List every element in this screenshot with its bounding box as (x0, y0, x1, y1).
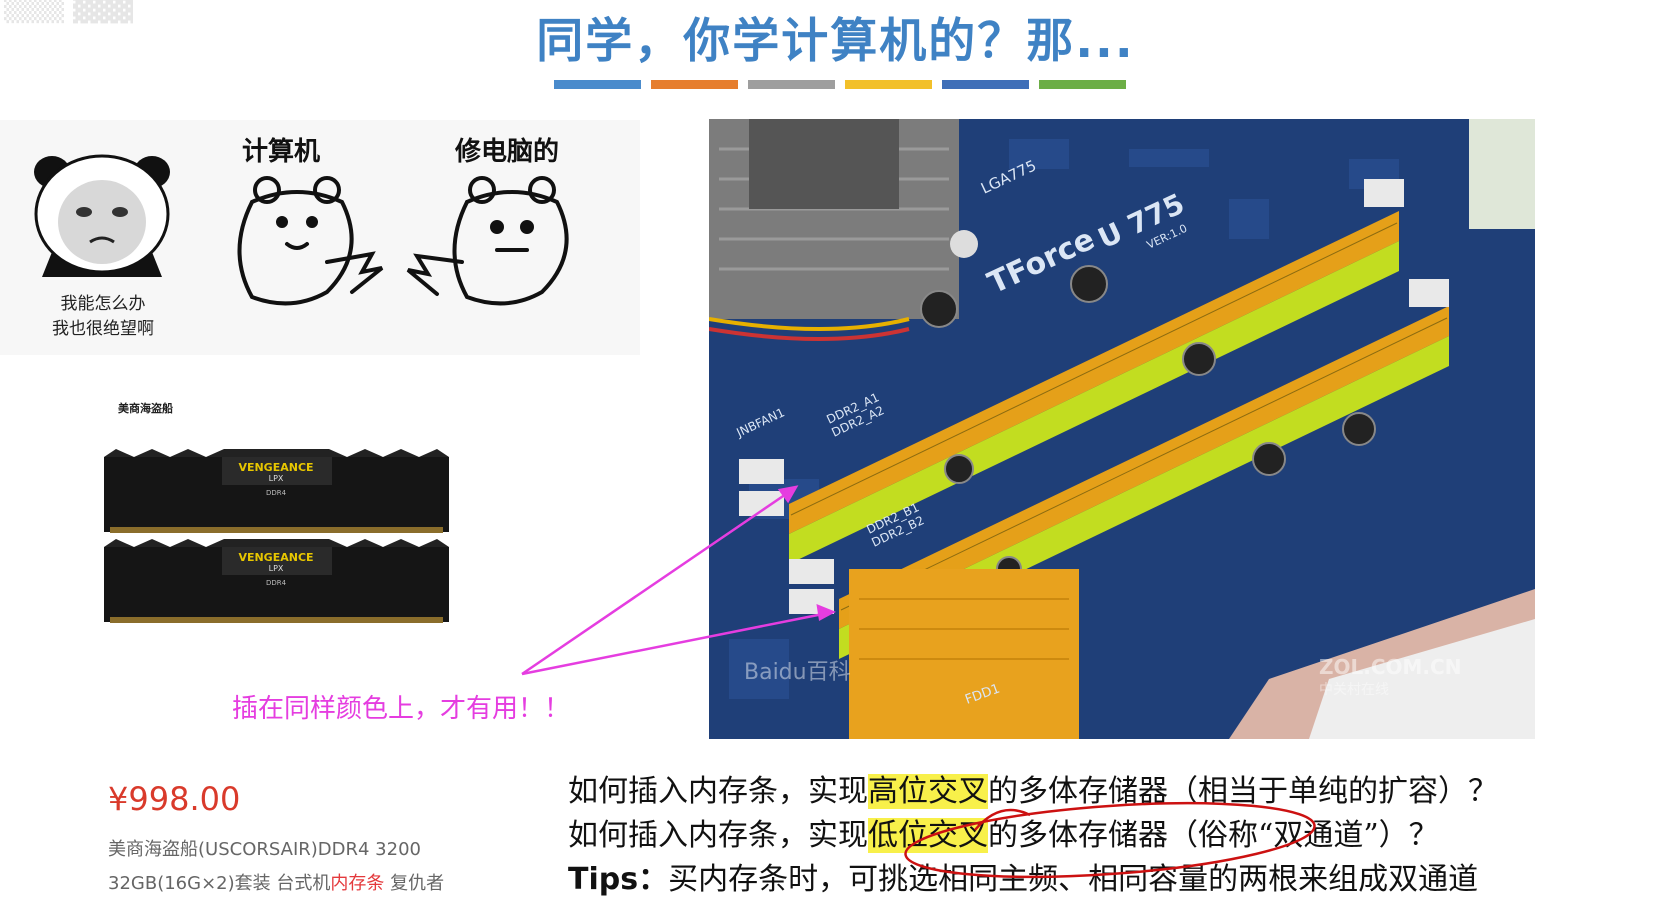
accent-segment (845, 80, 932, 89)
product-desc-line: 32GB(16G×2)套装 台式机内存条 复仇者 (108, 867, 488, 901)
ram-label: VENGEANCE (238, 551, 313, 564)
ram-type: DDR4 (266, 489, 287, 497)
tips-text: 买内存条时，可挑选相同主频、相同容量的两根来组成双通道 (668, 862, 1479, 897)
highlight-high-interleave: 高位交叉 (868, 774, 988, 809)
meme-caption: 我能怎么办 我也很绝望啊 (28, 292, 178, 342)
meme-caption-line: 我也很绝望啊 (52, 319, 154, 339)
meme-label-computer: 计算机 (242, 137, 321, 167)
zol-watermark: ZOL.COM.CN (1319, 655, 1461, 679)
tips-line: Tips：买内存条时，可挑选相同主频、相同容量的两根来组成双通道 (568, 858, 1498, 902)
product-desc-line: 美商海盗船(USCORSAIR)DDR4 3200 (108, 839, 421, 860)
accent-segment (1039, 80, 1126, 89)
product-desc-keyword: 内存条 (330, 873, 385, 894)
bear-meme-image (237, 176, 569, 306)
ram-label: VENGEANCE (238, 461, 313, 474)
meme-label-repairer: 修电脑的 (455, 137, 560, 167)
tips-label: Tips： (568, 862, 669, 897)
panda-meme-image (34, 154, 170, 277)
annotation-note: 插在同样颜色上，才有用！！ (232, 694, 571, 724)
motherboard-illustration: LGA775 TForce U 775 VER:1.0 DDR2_A1 DDR2… (709, 119, 1535, 739)
ram-modules-image: VENGEANCE LPX DDR4 VENGEANCE LPX DDR4 (104, 449, 449, 623)
meme-caption-line: 我能怎么办 (60, 294, 146, 314)
question-text: 的多体存储器（相当于单纯的扩容）？ (988, 774, 1498, 809)
accent-segment (942, 80, 1029, 89)
question-high-interleave: 如何插入内存条，实现高位交叉的多体存储器（相当于单纯的扩容）？ (568, 770, 1498, 814)
question-block: 如何插入内存条，实现高位交叉的多体存储器（相当于单纯的扩容）？ 如何插入内存条，… (568, 770, 1498, 902)
product-desc-text: 32GB(16G×2)套装 台式机 (108, 873, 331, 894)
motherboard-photo: LGA775 TForce U 775 VER:1.0 DDR2_A1 DDR2… (709, 119, 1535, 739)
question-text: 的多体存储器（俗称“双通道”）？ (988, 818, 1439, 853)
product-desc-text: 复仇者 (384, 873, 445, 894)
ram-sublabel: LPX (269, 474, 284, 483)
question-text: 如何插入内存条，实现 (568, 818, 868, 853)
accent-segment (651, 80, 738, 89)
title-accent-bar (554, 80, 1126, 89)
highlight-low-interleave: 低位交叉 (868, 818, 988, 853)
accent-segment (554, 80, 641, 89)
question-text: 如何插入内存条，实现 (568, 774, 868, 809)
accent-segment (748, 80, 835, 89)
product-price: ¥998.00 (108, 780, 241, 818)
baidu-watermark: Baidu百科 (744, 660, 851, 685)
ram-type: DDR4 (266, 579, 287, 587)
question-low-interleave: 如何插入内存条，实现低位交叉的多体存储器（俗称“双通道”）？ (568, 814, 1498, 858)
ram-sublabel: LPX (269, 564, 284, 573)
corsair-logo: 美商海盗船 (118, 402, 173, 415)
zol-watermark-sub: 中关村在线 (1319, 682, 1389, 698)
product-description[interactable]: 美商海盗船(USCORSAIR)DDR4 3200 32GB(16G×2)套装 … (108, 833, 488, 901)
slide-title: 同学，你学计算机的？那... (536, 14, 1135, 69)
